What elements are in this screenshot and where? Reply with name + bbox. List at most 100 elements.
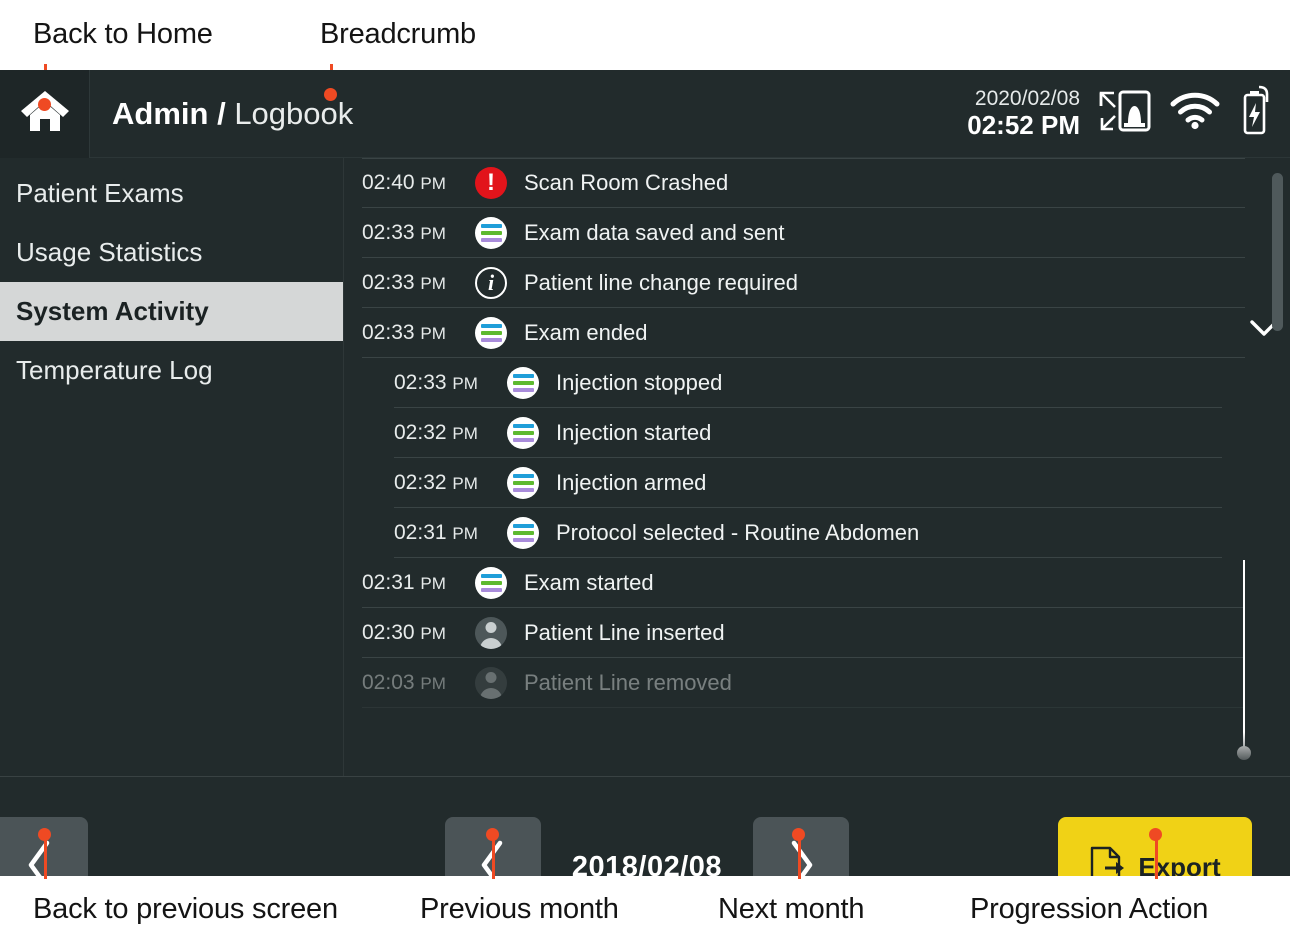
annotation-label-previous-month: Previous month (420, 893, 619, 925)
sidebar-item-system-activity[interactable]: System Activity (0, 282, 343, 341)
log-row[interactable]: 02:33 PM Exam data saved and sent (362, 208, 1245, 258)
system-time: 02:52 PM (967, 109, 1080, 140)
sidebar-nav: Patient Exams Usage Statistics System Ac… (0, 158, 344, 776)
breadcrumb-current: Logbook (234, 95, 354, 131)
log-row-text: Injection started (556, 419, 712, 445)
home-icon (19, 88, 71, 139)
sidebar-item-label: System Activity (16, 296, 209, 326)
annotation-dot-next-month (792, 828, 805, 841)
breadcrumb-root[interactable]: Admin (112, 96, 208, 131)
footer-toolbar: 2018/02/08 Export (0, 776, 1290, 876)
log-row-icon: i (474, 266, 508, 300)
exam-icon (507, 416, 539, 449)
log-row[interactable]: 02:33 PM i Patient line change required (362, 258, 1245, 308)
annotation-dot-back-previous (38, 828, 51, 841)
log-row-time: 02:40 PM (362, 171, 446, 194)
log-row-icon: ! (474, 166, 508, 200)
log-row-text: Exam data saved and sent (524, 219, 785, 245)
log-row[interactable]: 02:32 PM Injection armed (394, 458, 1222, 508)
sidebar-item-patient-exams[interactable]: Patient Exams (0, 164, 343, 223)
person-icon (475, 666, 507, 699)
annotation-label-back-previous: Back to previous screen (33, 893, 338, 925)
exam-icon (507, 366, 539, 399)
exam-icon (475, 316, 507, 349)
annotation-dot-previous-month (486, 828, 499, 841)
system-date: 2020/02/08 (974, 87, 1080, 111)
content-area: Patient Exams Usage Statistics System Ac… (0, 158, 1290, 776)
export-document-icon (1089, 846, 1125, 876)
export-button-label: Export (1138, 851, 1221, 877)
log-row-text: Exam ended (524, 319, 648, 345)
scan-table-resize-icon[interactable] (1098, 87, 1152, 140)
battery-charging-icon[interactable] (1238, 85, 1272, 142)
current-date-label: 2018/02/08 (571, 850, 723, 877)
chevron-right-icon (786, 839, 816, 876)
breadcrumb-separator: / (217, 95, 226, 131)
log-row-icon (506, 466, 540, 500)
log-row-icon (474, 666, 508, 700)
breadcrumb[interactable]: Admin / Logbook (112, 96, 353, 132)
annotation-label-breadcrumb: Breadcrumb (320, 18, 476, 50)
system-clock: 2020/02/08 02:52 PM (967, 87, 1080, 140)
log-scrollbar[interactable] (1272, 168, 1283, 766)
log-row-icon (474, 616, 508, 650)
log-row-time: 02:31 PM (362, 570, 446, 594)
log-row[interactable]: 02:32 PM Injection started (394, 408, 1222, 458)
log-row[interactable]: 02:31 PM Exam started (362, 558, 1245, 608)
sidebar-item-label: Usage Statistics (16, 237, 203, 267)
group-connector-dot (1237, 746, 1251, 760)
log-row-text: Injection armed (556, 469, 707, 495)
exam-icon (475, 216, 507, 249)
next-month-button[interactable] (753, 817, 849, 876)
error-icon: ! (475, 167, 507, 199)
wifi-icon[interactable] (1170, 92, 1220, 135)
log-row-text: Protocol selected - Routine Abdomen (556, 519, 920, 545)
chevron-left-icon (25, 839, 55, 876)
annotation-dot-progression-action (1149, 828, 1162, 841)
log-row-icon (474, 316, 508, 350)
sidebar-item-label: Temperature Log (16, 355, 213, 385)
log-row-time: 02:31 PM (394, 520, 478, 544)
log-row[interactable]: 02:40 PM! Scan Room Crashed (362, 158, 1245, 208)
sidebar-item-label: Patient Exams (16, 178, 184, 208)
log-row-text: Patient Line inserted (524, 619, 725, 645)
log-row-icon (506, 416, 540, 450)
annotation-band-top: Back to Home Breadcrumb (0, 0, 1290, 104)
annotation-dot-breadcrumb (324, 88, 337, 101)
log-row-icon (506, 366, 540, 400)
log-row-icon (474, 566, 508, 600)
annotation-label-progression-action: Progression Action (970, 893, 1209, 925)
exam-icon (507, 466, 539, 499)
log-row-time: 02:33 PM (362, 320, 446, 344)
log-row-text: Scan Room Crashed (524, 170, 729, 195)
log-row[interactable]: 02:30 PM Patient Line inserted (362, 608, 1245, 658)
log-row-time: 02:33 PM (362, 270, 446, 294)
log-row-time: 02:30 PM (362, 620, 446, 644)
group-connector-line (1243, 560, 1245, 755)
log-row-text: Exam started (524, 569, 654, 595)
month-selector: 2018/02/08 (445, 817, 849, 876)
log-list[interactable]: 02:40 PM! Scan Room Crashed 02:33 PM Exam d… (344, 158, 1290, 776)
log-row-text: Patient line change required (524, 269, 798, 295)
log-row[interactable]: 02:03 PM Patient Line removed (362, 658, 1245, 708)
header-status-area: 2020/02/08 02:52 PM (967, 85, 1290, 142)
sidebar-item-usage-statistics[interactable]: Usage Statistics (0, 223, 343, 282)
log-panel: 02:40 PM! Scan Room Crashed 02:33 PM Exam d… (344, 158, 1290, 776)
sidebar-item-temperature-log[interactable]: Temperature Log (0, 341, 343, 400)
log-row-icon (474, 216, 508, 250)
log-row-text: Patient Line removed (524, 669, 732, 695)
device-screen: Admin / Logbook 2020/02/08 02:52 PM Pati… (0, 70, 1290, 876)
app-header: Admin / Logbook 2020/02/08 02:52 PM (0, 70, 1290, 158)
log-row-time: 02:33 PM (362, 220, 446, 244)
log-scrollbar-thumb[interactable] (1272, 173, 1283, 331)
annotation-dot-back-to-home (38, 98, 51, 111)
info-icon: i (475, 266, 507, 299)
log-row[interactable]: 02:33 PM Exam ended (362, 308, 1278, 358)
log-row[interactable]: 02:33 PM Injection stopped (394, 358, 1222, 408)
log-row-text: Injection stopped (556, 369, 723, 395)
exam-icon (507, 516, 539, 549)
log-row-time: 02:32 PM (394, 420, 478, 444)
back-to-home-button[interactable] (0, 70, 90, 158)
log-row-time: 02:32 PM (394, 470, 478, 494)
log-row[interactable]: 02:31 PM Protocol selected - Routine Abdo… (394, 508, 1222, 558)
